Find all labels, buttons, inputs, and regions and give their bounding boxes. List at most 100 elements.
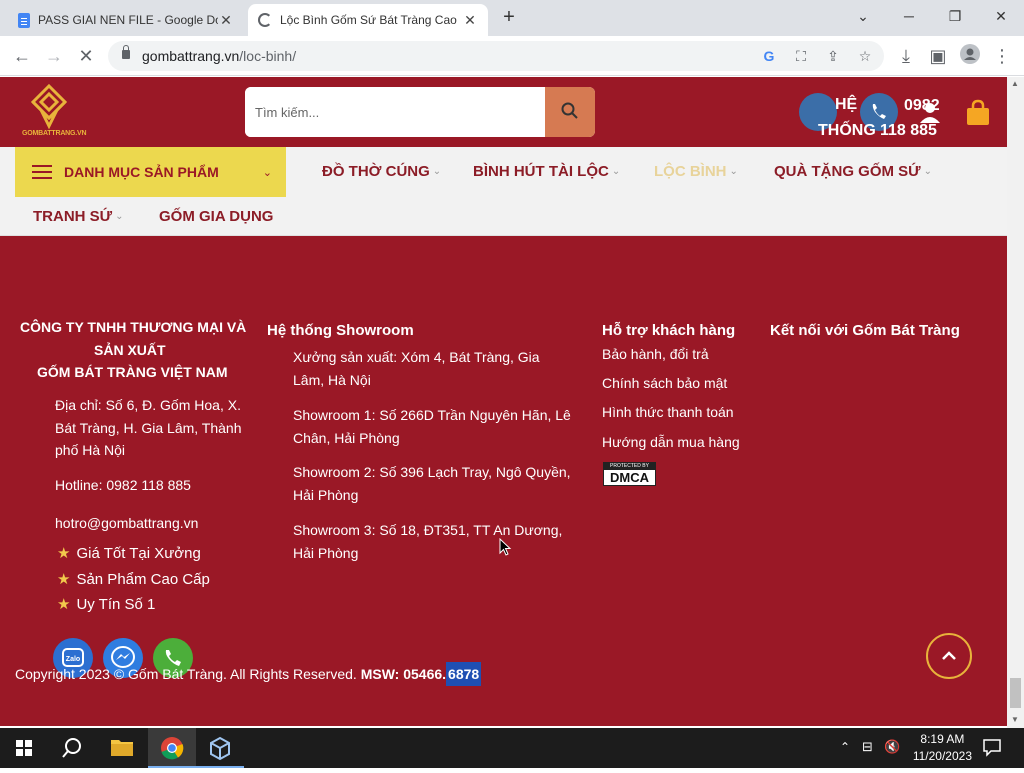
lock-icon	[122, 45, 130, 59]
dmca-label: DMCA	[610, 470, 649, 485]
company-address: Địa chỉ: Số 6, Đ. Gốm Hoa, X. Bát Tràng,…	[55, 397, 242, 458]
nav-item-do-tho-cung[interactable]: ĐỒ THỜ CÚNG ⌄	[322, 163, 441, 180]
scroll-down-icon[interactable]: ▼	[1011, 715, 1019, 724]
chevron-down-icon: ⌄	[115, 211, 124, 222]
address-bar[interactable]: gombattrang.vn/loc-binh/ G ⛶ ⇪ ☆	[108, 41, 884, 71]
category-menu-label: DANH MỤC SẢN PHẨM	[64, 164, 219, 180]
new-tab-button[interactable]: +	[500, 6, 518, 28]
chrome-taskbar-button[interactable]	[148, 728, 196, 768]
account-icon[interactable]	[917, 99, 943, 130]
folder-icon	[111, 740, 133, 756]
support-link-privacy[interactable]: Chính sách bảo mật	[602, 372, 727, 395]
chevron-down-icon: ⌄	[262, 166, 272, 179]
showroom-item: Showroom 3: Số 18, ĐT351, TT An Dương, H…	[293, 522, 563, 561]
badge-label: Giá Tốt Tại Xưởng	[76, 544, 201, 562]
company-name-line1: CÔNG TY TNHH THƯƠNG MẠI VÀ	[20, 319, 247, 335]
stop-loading-icon[interactable]: ✕	[74, 44, 98, 68]
chevron-down-icon: ⌄	[729, 166, 738, 177]
clock-date: 11/20/2023	[912, 749, 972, 763]
company-email[interactable]: hotro@gombattrang.vn	[55, 512, 198, 535]
nav-item-qua-tang-gom-su[interactable]: QUÀ TẶNG GỐM SỨ ⌄	[774, 163, 932, 180]
copyright-text: Copyright 2023 © Gốm Bát Tràng. All Righ…	[15, 662, 482, 686]
forward-arrow-icon[interactable]: →	[42, 44, 66, 68]
start-button[interactable]	[0, 728, 48, 768]
file-explorer-button[interactable]	[98, 728, 146, 768]
tab-google-docs[interactable]: PASS GIAI NEN FILE - Google Do ✕	[8, 4, 244, 36]
volume-muted-icon[interactable]: 🔇	[884, 739, 900, 755]
copyright-prefix: Copyright 2023 © Gốm Bát Tràng. All Righ…	[15, 666, 357, 682]
back-arrow-icon[interactable]: ←	[10, 44, 34, 68]
badge-label: Sản Phẩm Cao Cấp	[76, 570, 210, 588]
notification-icon[interactable]	[982, 737, 1002, 757]
restore-button[interactable]: ❐	[932, 4, 978, 28]
nav-item-label: TRANH SỨ	[33, 208, 113, 225]
chevron-up-icon	[942, 651, 956, 660]
company-name-line3: GỐM BÁT TRÀNG VIỆT NAM	[37, 364, 228, 380]
nav-item-binh-hut-tai-loc[interactable]: BÌNH HÚT TÀI LỘC ⌄	[473, 163, 620, 180]
scroll-up-icon[interactable]: ▲	[1011, 79, 1019, 88]
showroom-item: Xưởng sản xuất: Xóm 4, Bát Tràng, Gia Lâ…	[293, 349, 540, 388]
hamburger-icon	[32, 165, 52, 179]
search-input[interactable]	[245, 87, 545, 137]
star-icon: ★	[57, 545, 71, 562]
thong-label: THỐNG	[818, 122, 876, 139]
google-icon[interactable]: G	[760, 47, 778, 65]
badge-item: ★ Giá Tốt Tại Xưởng	[57, 544, 201, 563]
dmca-badge[interactable]: PROTECTED BY DMCA	[603, 462, 656, 486]
page-scrollbar[interactable]: ▲ ▼	[1007, 77, 1024, 728]
badge-item: ★ Sản Phẩm Cao Cấp	[57, 570, 210, 589]
showroom-item: Showroom 1: Số 266D Trần Nguyên Hãn, Lê …	[293, 407, 571, 446]
nav-item-tranh-su[interactable]: TRANH SỨ ⌄	[33, 208, 124, 225]
close-tab-icon[interactable]: ✕	[218, 12, 234, 29]
close-tab-icon[interactable]: ✕	[462, 12, 478, 29]
tab-title: PASS GIAI NEN FILE - Google Do	[38, 13, 218, 27]
system-clock[interactable]: 8:19 AM 11/20/2023	[913, 731, 972, 765]
cart-icon[interactable]	[965, 99, 989, 125]
company-name-line2: SẢN XUẤT	[94, 342, 166, 358]
badge-label: Uy Tín Số 1	[76, 595, 156, 613]
msw-label: MSW: 05466.	[360, 666, 447, 682]
scroll-thumb[interactable]	[1010, 678, 1021, 708]
category-menu-button[interactable]: DANH MỤC SẢN PHẨM ⌄	[15, 147, 286, 197]
chrome-menu-icon[interactable]: ⋮	[990, 44, 1014, 68]
profile-avatar-icon[interactable]	[958, 44, 982, 68]
minimize-button[interactable]: ─	[886, 4, 932, 28]
bookmark-star-icon[interactable]: ☆	[856, 47, 874, 65]
chrome-icon	[161, 737, 184, 760]
nav-item-gom-gia-dung[interactable]: GỐM GIA DỤNG	[159, 208, 273, 225]
site-footer: CÔNG TY TNHH THƯƠNG MẠI VÀ SẢN XUẤT GỐM …	[0, 236, 1007, 726]
loading-icon	[258, 13, 272, 27]
site-logo[interactable]: GOMBATTRANG.VN	[18, 83, 87, 143]
app-taskbar-button[interactable]	[196, 728, 244, 768]
logo-text: GOMBATTRANG.VN	[22, 130, 87, 137]
support-link-warranty[interactable]: Bảo hành, đổi trả	[602, 343, 709, 366]
msw-highlight: 6878	[446, 662, 482, 686]
logo-lattice-icon	[30, 83, 68, 130]
tab-search-icon[interactable]: ⌄	[840, 4, 886, 28]
chevron-down-icon: ⌄	[432, 166, 442, 177]
company-hotline[interactable]: Hotline: 0982 118 885	[55, 474, 191, 497]
cube-icon	[210, 736, 230, 761]
back-to-top-button[interactable]	[926, 633, 972, 679]
chevron-down-icon: ⌄	[611, 166, 621, 177]
support-link-guide[interactable]: Hướng dẫn mua hàng	[602, 431, 740, 454]
tab-title: Lộc Bình Gốm Sứ Bát Tràng Cao	[280, 13, 457, 27]
close-window-button[interactable]: ✕	[978, 4, 1024, 28]
translate-icon[interactable]: ⛶	[792, 47, 810, 65]
nav-item-label: GỐM GIA DỤNG	[159, 208, 274, 225]
support-link-payment[interactable]: Hình thức thanh toán	[602, 401, 734, 424]
search-taskbar-button[interactable]	[48, 728, 96, 768]
clock-time: 8:19 AM	[920, 732, 965, 746]
tab-loc-binh[interactable]: Lộc Bình Gốm Sứ Bát Tràng Cao ✕	[248, 4, 488, 36]
url-text[interactable]: gombattrang.vn/loc-binh/	[142, 48, 296, 64]
search-button[interactable]	[545, 87, 595, 137]
nav-item-loc-binh[interactable]: LỘC BÌNH ⌄	[654, 163, 738, 180]
share-icon[interactable]: ⇪	[824, 47, 842, 65]
search-form	[245, 87, 595, 137]
tray-chevron-up-icon[interactable]: ⌃	[840, 740, 850, 754]
side-panel-icon[interactable]: ▣	[926, 44, 950, 68]
download-icon[interactable]: ⤓	[894, 44, 918, 68]
nav-item-label: BÌNH HÚT TÀI LỘC	[473, 163, 609, 180]
dmca-top-text: PROTECTED BY	[604, 463, 655, 470]
network-icon[interactable]: ⊟	[862, 739, 873, 755]
